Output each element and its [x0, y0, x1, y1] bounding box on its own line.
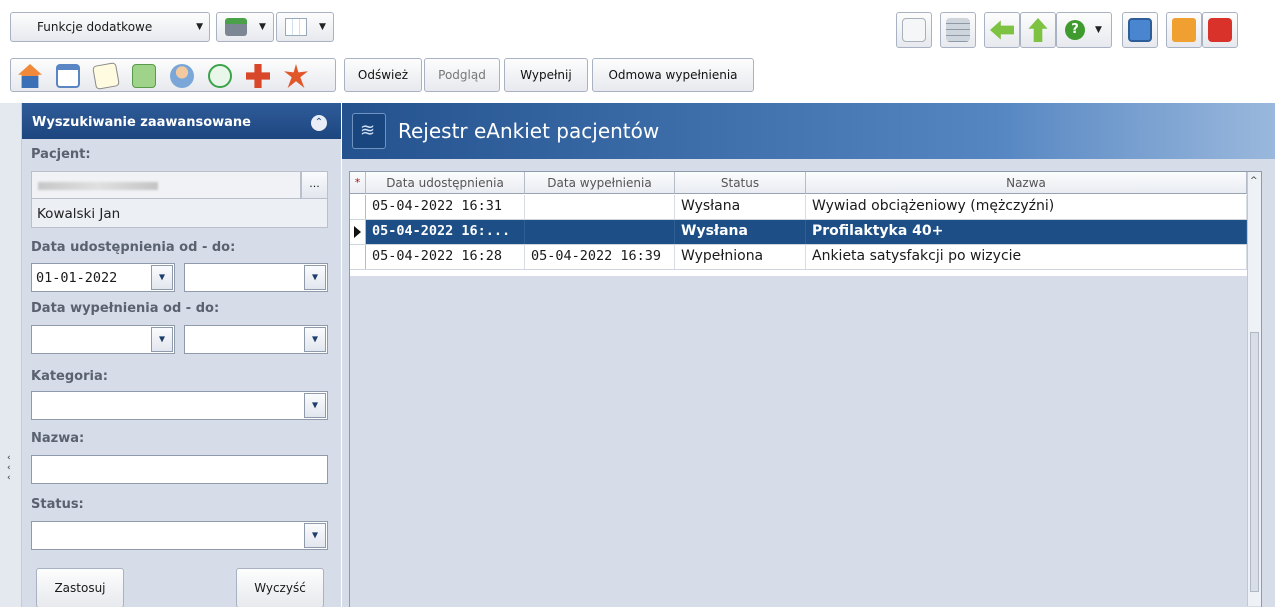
name-label: Nazwa: — [31, 431, 85, 446]
collapse-up-icon[interactable]: ⌃ — [311, 115, 327, 131]
preview-button[interactable]: Podgląd — [424, 58, 500, 92]
chevron-down-icon[interactable]: ▼ — [304, 327, 326, 352]
chevron-down-icon[interactable]: ▼ — [151, 265, 173, 290]
vertical-scrollbar[interactable]: ^ — [1247, 172, 1261, 606]
chevron-down-icon: ▼ — [319, 22, 326, 32]
cell-name: Ankieta satysfakcji po wizycie — [806, 245, 1247, 269]
category-label: Kategoria: — [31, 369, 108, 384]
fill-button[interactable]: Wypełnij — [504, 58, 588, 92]
status-select[interactable]: ▼ — [31, 521, 328, 550]
grid-area: * Data udostępnienia Data wypełnienia St… — [342, 159, 1275, 607]
patient-name-field: Kowalski Jan — [31, 198, 328, 228]
patients-icon[interactable] — [163, 59, 201, 93]
network-icon[interactable] — [940, 12, 976, 48]
redacted-patient-id — [38, 182, 158, 190]
cell-name: Profilaktyka 40+ — [806, 220, 1247, 244]
cell-shared: 05-04-2022 16:... — [366, 220, 525, 244]
documents-icon[interactable] — [125, 59, 163, 93]
table-row-selected[interactable]: 05-04-2022 16:... Wysłana Profilaktyka 4… — [350, 220, 1261, 245]
cell-name: Wywiad obciążeniowy (mężczyźni) — [806, 195, 1247, 219]
new-row-star-icon: * — [350, 172, 366, 194]
shared-date-from-field[interactable]: 01-01-2022 ▼ — [31, 263, 175, 292]
monitor-icon[interactable] — [1122, 12, 1158, 48]
calendar-icon[interactable] — [49, 59, 87, 93]
page-title: Rejestr eAnkiet pacjentów — [398, 119, 660, 143]
lock-icon[interactable] — [1166, 12, 1202, 48]
module-icon-bar — [10, 58, 336, 92]
cell-shared: 05-04-2022 16:28 — [366, 245, 525, 269]
table-row[interactable]: 05-04-2022 16:28 05-04-2022 16:39 Wypełn… — [350, 245, 1261, 270]
help-icon: ? — [1065, 20, 1085, 40]
table-empty-area — [350, 276, 1261, 607]
panel-title: Wyszukiwanie zaawansowane — [32, 115, 251, 130]
cell-filled — [525, 220, 675, 244]
chevron-down-icon[interactable]: ▼ — [151, 327, 173, 352]
layout-button[interactable]: ▼ — [276, 12, 334, 42]
advanced-search-panel: Wyszukiwanie zaawansowane ⌃ Pacjent: ...… — [22, 103, 341, 607]
power-icon[interactable] — [1202, 12, 1238, 48]
apply-button[interactable]: Zastosuj — [36, 568, 124, 607]
top-toolbar: Funkcje dodatkowe ▼ ▼ ▼ Odśwież Podgląd … — [0, 0, 1275, 103]
cell-filled: 05-04-2022 16:39 — [525, 245, 675, 269]
scroll-up-icon[interactable]: ^ — [1250, 176, 1258, 186]
clock-icon[interactable] — [201, 59, 239, 93]
snowflake-icon[interactable] — [277, 59, 315, 93]
left-collapse-strip[interactable]: ‹ ‹ ‹ — [0, 103, 22, 607]
cell-filled — [525, 195, 675, 219]
column-header-status[interactable]: Status — [675, 172, 806, 194]
main-header: ≋ Rejestr eAnkiet pacjentów — [342, 103, 1275, 159]
medical-icon[interactable] — [239, 59, 277, 93]
chevron-down-icon[interactable]: ▼ — [304, 523, 326, 548]
column-header-name[interactable]: Nazwa — [806, 172, 1247, 194]
survey-wifi-icon: ≋ — [352, 113, 386, 149]
back-arrow-icon[interactable] — [984, 12, 1020, 48]
chevron-down-icon[interactable]: ▼ — [304, 393, 326, 418]
collapse-arrows-icon: ‹ ‹ ‹ — [7, 453, 11, 483]
chevron-down-icon: ▼ — [1095, 25, 1102, 35]
cell-status: Wypełniona — [675, 245, 806, 269]
filled-date-to-field[interactable]: ▼ — [184, 325, 328, 354]
name-input[interactable] — [31, 455, 328, 484]
print-button[interactable]: ▼ — [216, 12, 274, 42]
layout-grid-icon — [285, 18, 307, 36]
column-header-filled[interactable]: Data wypełnienia — [525, 172, 675, 194]
functions-dropdown-label: Funkcje dodatkowe — [37, 20, 153, 34]
mail-icon[interactable] — [896, 12, 932, 48]
scrollbar-thumb[interactable] — [1250, 332, 1259, 592]
row-indicator — [350, 195, 366, 219]
cell-status: Wysłana — [675, 220, 806, 244]
cell-status: Wysłana — [675, 195, 806, 219]
surveys-table[interactable]: * Data udostępnienia Data wypełnienia St… — [349, 171, 1262, 607]
patient-id-field[interactable] — [31, 171, 301, 199]
panel-header: Wyszukiwanie zaawansowane ⌃ — [22, 103, 341, 139]
home-icon[interactable] — [11, 59, 49, 93]
functions-dropdown[interactable]: Funkcje dodatkowe ▼ — [10, 12, 210, 42]
shared-date-label: Data udostępnienia od - do: — [31, 240, 236, 255]
filled-date-from-field[interactable]: ▼ — [31, 325, 175, 354]
row-indicator — [350, 245, 366, 269]
status-label: Status: — [31, 497, 84, 512]
refuse-button[interactable]: Odmowa wypełnienia — [592, 58, 754, 92]
table-row[interactable]: 05-04-2022 16:31 Wysłana Wywiad obciążen… — [350, 195, 1261, 220]
refresh-button[interactable]: Odśwież — [344, 58, 422, 92]
chevron-down-icon: ▼ — [196, 22, 203, 32]
printer-icon — [225, 18, 247, 36]
chevron-down-icon[interactable]: ▼ — [304, 265, 326, 290]
notes-icon[interactable] — [87, 59, 125, 93]
patient-label: Pacjent: — [31, 147, 91, 162]
category-select[interactable]: ▼ — [31, 391, 328, 420]
shared-date-to-field[interactable]: ▼ — [184, 263, 328, 292]
clear-button[interactable]: Wyczyść — [236, 568, 324, 607]
right-toolbar: ? ▼ — [896, 12, 1275, 48]
help-button[interactable]: ? ▼ — [1056, 12, 1112, 48]
current-row-arrow-icon — [350, 220, 366, 244]
chevron-down-icon: ▼ — [259, 22, 266, 32]
up-arrow-icon[interactable] — [1020, 12, 1056, 48]
column-header-shared[interactable]: Data udostępnienia — [366, 172, 525, 194]
patient-picker-button[interactable]: ... — [301, 171, 328, 199]
cell-shared: 05-04-2022 16:31 — [366, 195, 525, 219]
filled-date-label: Data wypełnienia od - do: — [31, 301, 220, 316]
shared-date-from-value: 01-01-2022 — [36, 270, 118, 286]
